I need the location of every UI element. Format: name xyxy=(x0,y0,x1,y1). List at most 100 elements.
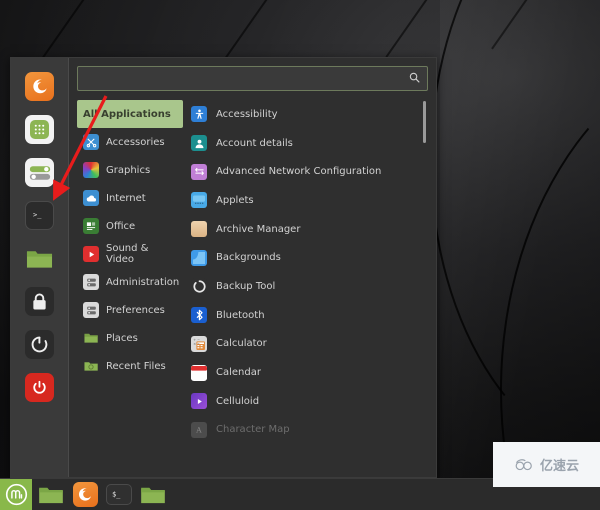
category-label: All Applications xyxy=(83,108,171,120)
office-icon xyxy=(83,218,99,234)
app-item-backup-tool[interactable]: Backup Tool xyxy=(191,272,428,301)
app-label: Account details xyxy=(216,137,293,149)
celluloid-icon xyxy=(191,393,207,410)
administration-icon xyxy=(83,274,99,290)
category-accessories[interactable]: Accessories xyxy=(77,128,183,156)
firefox-icon xyxy=(32,79,47,93)
svg-text:A: A xyxy=(195,426,202,435)
lock-icon xyxy=(33,293,46,310)
svg-text:× ÷: × ÷ xyxy=(193,342,200,346)
linux-mint-logo xyxy=(5,483,27,506)
watermark: 亿速云 xyxy=(493,442,600,487)
user-account-icon xyxy=(191,135,207,152)
category-label: Internet xyxy=(106,192,146,204)
app-label: Bluetooth xyxy=(216,309,265,321)
menu-panes: All Applications Accessories Graphics In… xyxy=(77,99,428,477)
menu-content: All Applications Accessories Graphics In… xyxy=(69,58,436,477)
app-item-account-details[interactable]: Account details xyxy=(191,129,428,158)
search-input[interactable] xyxy=(85,73,409,84)
sidebar-item-logout[interactable] xyxy=(25,330,54,359)
category-label: Sound & Video xyxy=(106,243,149,265)
character-map-icon: A xyxy=(191,421,207,438)
bluetooth-icon xyxy=(191,307,207,324)
category-label: Preferences xyxy=(106,304,165,316)
application-menu-window: >_ All Applications Accessories Graphics… xyxy=(10,57,437,478)
accessories-icon xyxy=(83,134,99,150)
category-label: Accessories xyxy=(106,136,165,148)
app-item-advanced-network-configuration[interactable]: Advanced Network Configuration xyxy=(191,157,428,186)
app-label: Celluloid xyxy=(216,395,260,407)
category-office[interactable]: Office xyxy=(77,212,183,240)
app-item-backgrounds[interactable]: Backgrounds xyxy=(191,243,428,272)
category-internet[interactable]: Internet xyxy=(77,184,183,212)
folder-icon xyxy=(141,487,165,503)
backgrounds-icon xyxy=(191,249,207,266)
taskbar-item-file-manager[interactable] xyxy=(138,482,168,508)
folder-icon xyxy=(39,487,63,503)
watermark-text: 亿速云 xyxy=(539,459,579,474)
sidebar-item-lock-screen[interactable] xyxy=(25,287,54,316)
graphics-icon xyxy=(83,162,99,178)
app-item-character-map[interactable]: A Character Map xyxy=(191,416,428,445)
sidebar-item-quit[interactable] xyxy=(25,373,54,402)
preferences-icon xyxy=(83,302,99,318)
app-label: Calculator xyxy=(216,338,267,350)
app-item-applets[interactable]: Applets xyxy=(191,186,428,215)
taskbar-menu-button[interactable] xyxy=(0,478,32,510)
app-item-archive-manager[interactable]: Archive Manager xyxy=(191,215,428,244)
category-label: Graphics xyxy=(106,164,151,176)
app-label: Backgrounds xyxy=(216,252,281,264)
applications-scrollbar[interactable] xyxy=(423,101,426,435)
app-item-accessibility[interactable]: Accessibility xyxy=(191,100,428,129)
network-config-icon xyxy=(191,163,207,180)
settings-toggles-icon xyxy=(29,165,50,180)
category-list: All Applications Accessories Graphics In… xyxy=(77,99,183,477)
favorites-sidebar: >_ xyxy=(11,58,69,477)
app-label: Character Map xyxy=(216,424,290,436)
power-icon xyxy=(33,380,46,394)
category-label: Office xyxy=(106,220,136,232)
taskbar-item-files-window[interactable] xyxy=(36,482,66,508)
terminal-icon: $_ xyxy=(112,490,121,498)
app-label: Archive Manager xyxy=(216,223,301,235)
scrollbar-thumb[interactable] xyxy=(423,101,426,143)
app-item-bluetooth[interactable]: Bluetooth xyxy=(191,301,428,330)
sidebar-item-system-settings[interactable] xyxy=(25,158,54,187)
logout-icon xyxy=(31,336,48,353)
category-label: Administration xyxy=(106,276,180,288)
calendar-icon xyxy=(191,364,207,381)
category-label: Places xyxy=(106,332,138,344)
sidebar-item-terminal[interactable]: >_ xyxy=(25,201,54,230)
backup-tool-icon xyxy=(191,278,207,295)
taskbar-item-terminal[interactable]: $_ xyxy=(104,482,134,508)
category-graphics[interactable]: Graphics xyxy=(77,156,183,184)
folder-icon xyxy=(26,250,53,268)
category-preferences[interactable]: Preferences xyxy=(77,296,183,324)
archive-manager-icon xyxy=(191,221,207,238)
app-label: Applets xyxy=(216,194,254,206)
svg-text:$_: $_ xyxy=(112,490,121,498)
calculator-icon: + − × ÷ xyxy=(191,335,207,352)
sidebar-item-firefox[interactable] xyxy=(25,72,54,101)
application-list: Accessibility Account details Advanced N… xyxy=(183,99,428,477)
sidebar-item-software-manager[interactable] xyxy=(25,115,54,144)
cloud-logo xyxy=(515,458,532,470)
app-item-celluloid[interactable]: Celluloid xyxy=(191,387,428,416)
sidebar-item-files[interactable] xyxy=(25,244,54,273)
category-recent-files[interactable]: Recent Files xyxy=(77,352,183,380)
app-item-calculator[interactable]: + − × ÷ Calculator xyxy=(191,330,428,359)
category-sound-and-video[interactable]: Sound & Video xyxy=(77,240,183,268)
category-places[interactable]: Places xyxy=(77,324,183,352)
app-label: Accessibility xyxy=(216,108,278,120)
recent-files-icon xyxy=(83,358,99,374)
search-icon xyxy=(409,72,420,85)
category-administration[interactable]: Administration xyxy=(77,268,183,296)
app-label: Advanced Network Configuration xyxy=(216,166,382,178)
category-all-applications[interactable]: All Applications xyxy=(77,100,183,128)
category-label: Recent Files xyxy=(106,360,166,372)
taskbar-item-firefox[interactable] xyxy=(70,482,100,508)
app-label: Backup Tool xyxy=(216,280,276,292)
places-folder-icon xyxy=(83,330,99,346)
app-item-calendar[interactable]: Calendar xyxy=(191,358,428,387)
search-box[interactable] xyxy=(77,66,428,91)
